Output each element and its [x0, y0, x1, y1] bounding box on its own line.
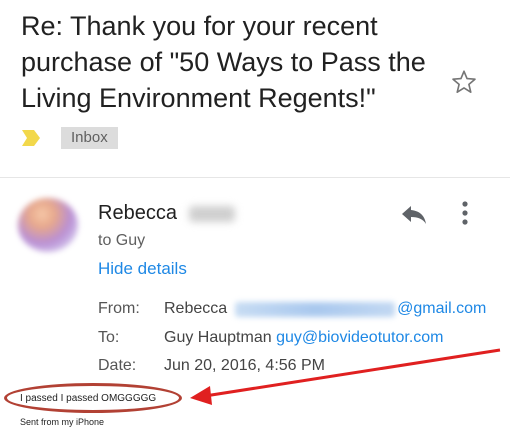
from-domain[interactable]: @gmail.com [397, 300, 486, 318]
from-name: Rebecca [164, 300, 228, 317]
from-value: Rebecca @gmail.com [164, 300, 486, 318]
avatar[interactable] [18, 198, 78, 252]
sender: Rebecca [98, 202, 235, 225]
email-subject: Re: Thank you for your recent purchase o… [21, 11, 426, 113]
to-name: Guy Hauptman [164, 329, 272, 346]
redacted-email [235, 301, 396, 317]
redacted-surname [188, 205, 235, 222]
more-vert-icon[interactable] [460, 200, 470, 226]
to-email-link[interactable]: guy@biovideotutor.com [276, 329, 443, 347]
to-value: Guy Hauptman guy@biovideotutor.com [164, 329, 444, 347]
important-marker-icon[interactable] [21, 129, 41, 147]
sender-name: Rebecca [98, 202, 177, 224]
label-row: Inbox [21, 127, 118, 149]
from-label: From: [98, 300, 140, 317]
date-value: Jun 20, 2016, 4:56 PM [164, 357, 325, 374]
annotation-ellipse [4, 383, 182, 413]
header-divider [0, 177, 510, 178]
inbox-label-chip[interactable]: Inbox [61, 127, 118, 149]
hide-details-link[interactable]: Hide details [98, 259, 187, 279]
recipient-summary: to Guy [98, 232, 146, 249]
to-label: To: [98, 329, 120, 346]
star-icon[interactable] [450, 68, 478, 96]
reply-icon[interactable] [400, 203, 428, 225]
message-signature: Sent from my iPhone [20, 417, 105, 427]
date-label: Date: [98, 357, 137, 374]
